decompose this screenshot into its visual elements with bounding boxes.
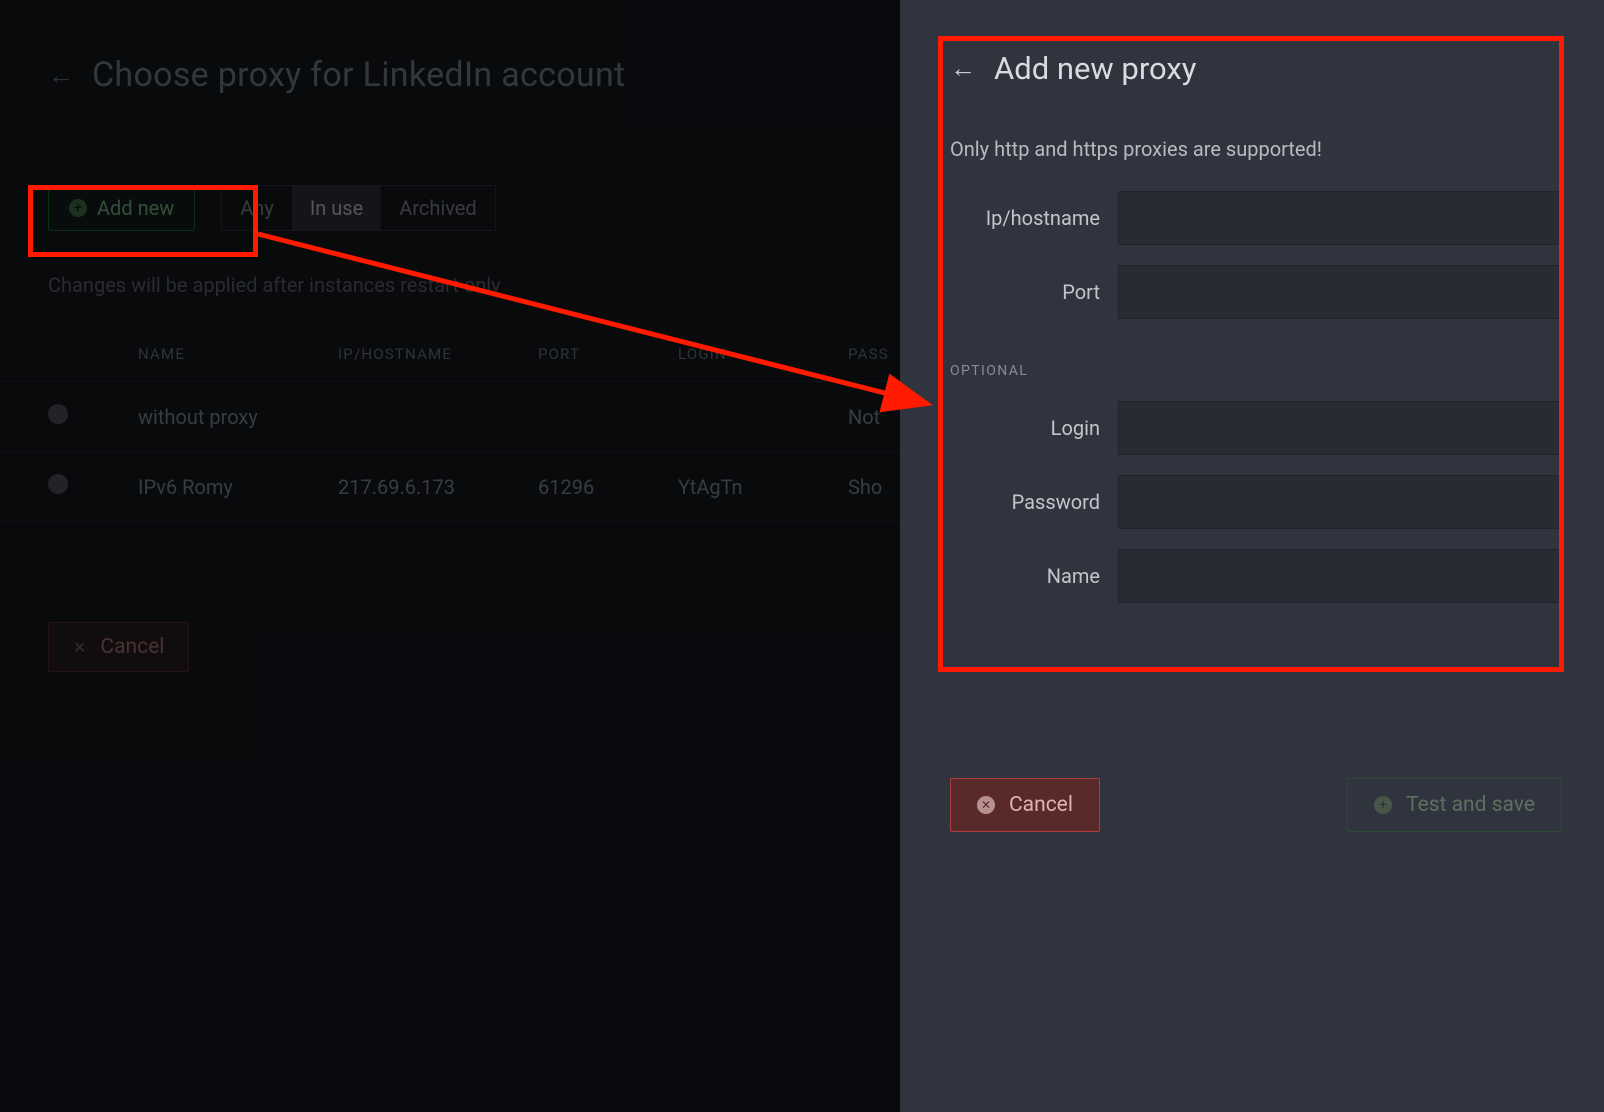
name-field[interactable] [1118,549,1562,603]
password-label: Password [950,490,1100,514]
port-label: Port [950,280,1100,304]
filter-in-use[interactable]: In use [292,186,381,230]
close-icon: ✕ [73,638,86,657]
password-field[interactable] [1118,475,1562,529]
cancel-button[interactable]: ✕ Cancel [48,622,189,672]
restart-note: Changes will be applied after instances … [0,231,900,297]
table-row[interactable]: IPv6 Romy 217.69.6.173 61296 YtAgTn Sho [0,452,900,522]
back-arrow-icon[interactable]: ← [950,53,976,84]
cell-name: without proxy [138,405,338,429]
page-title: Choose proxy for LinkedIn account [92,55,625,95]
filter-group: Any In use Archived [221,185,495,231]
ip-hostname-field[interactable] [1118,191,1562,245]
choose-proxy-panel: ← Choose proxy for LinkedIn account + Ad… [0,0,900,1112]
col-name: NAME [138,345,338,363]
back-arrow-icon[interactable]: ← [48,60,74,91]
drawer-cancel-button[interactable]: ✕ Cancel [950,778,1100,832]
col-port: PORT [538,345,678,363]
radio-icon[interactable] [48,404,68,424]
login-field[interactable] [1118,401,1562,455]
filter-archived[interactable]: Archived [381,186,494,230]
name-label: Name [950,564,1100,588]
add-new-button[interactable]: + Add new [48,185,195,231]
col-ip: IP/HOSTNAME [338,345,538,363]
cell-login: YtAgTn [678,475,848,499]
add-new-label: Add new [97,196,174,220]
cell-port: 61296 [538,475,678,499]
ip-label: Ip/hostname [950,206,1100,230]
optional-heading: OPTIONAL [950,363,1562,379]
col-login: LOGIN [678,345,848,363]
drawer-cancel-label: Cancel [1009,793,1073,817]
plus-circle-icon: + [69,199,87,217]
test-save-label: Test and save [1406,793,1535,817]
support-info: Only http and https proxies are supporte… [950,137,1562,161]
plus-circle-icon: + [1374,796,1392,814]
radio-icon[interactable] [48,474,68,494]
port-field[interactable] [1118,265,1562,319]
login-label: Login [950,416,1100,440]
cell-name: IPv6 Romy [138,475,338,499]
drawer-title: Add new proxy [994,50,1196,87]
cancel-label: Cancel [100,635,164,659]
cell-ip: 217.69.6.173 [338,475,538,499]
filter-any[interactable]: Any [222,186,292,230]
table-row[interactable]: without proxy Not [0,382,900,452]
proxy-table: NAME IP/HOSTNAME PORT LOGIN PASS without… [0,327,900,522]
test-and-save-button[interactable]: + Test and save [1347,778,1562,832]
add-proxy-drawer: ← Add new proxy Only http and https prox… [900,0,1604,1112]
close-circle-icon: ✕ [977,796,995,814]
